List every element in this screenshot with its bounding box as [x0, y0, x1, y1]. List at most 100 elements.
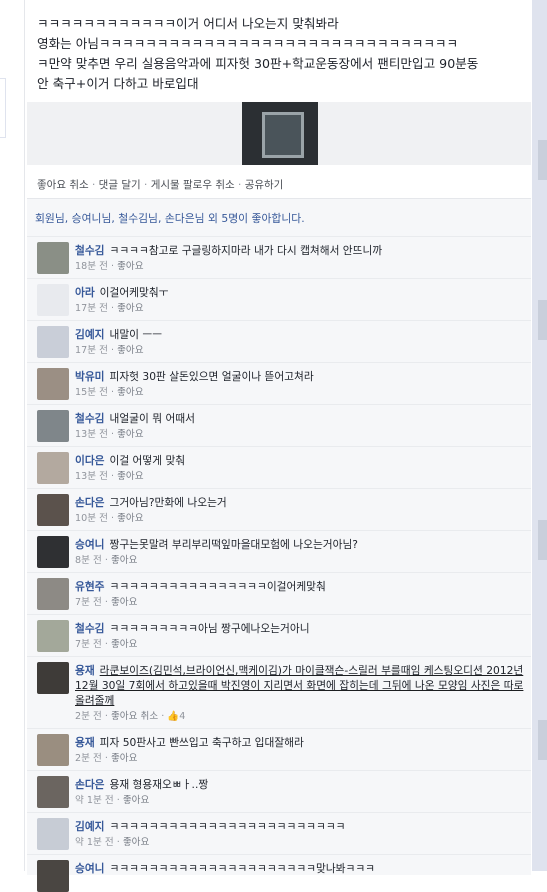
- post-photo[interactable]: [242, 102, 318, 165]
- comment: 용재 피자 50판사고 빤쓰입고 축구하고 입대잘해라 2분 전 · 좋아요: [27, 728, 531, 771]
- comment-author[interactable]: 용재: [75, 736, 95, 749]
- comment-like-link[interactable]: 좋아요: [111, 597, 137, 608]
- comment-author[interactable]: 박유미: [75, 370, 105, 383]
- comment-like-link[interactable]: 좋아요: [117, 429, 143, 440]
- comment: 승여니 ㅋㅋㅋㅋㅋㅋㅋㅋㅋㅋㅋㅋㅋㅋㅋㅋㅋㅋㅋㅋㅋ맞나봐ㅋㅋㅋ: [27, 854, 531, 892]
- avatar[interactable]: [37, 326, 69, 358]
- comment-time[interactable]: 2분 전: [75, 711, 102, 722]
- comment-time[interactable]: 18분 전: [75, 261, 108, 272]
- avatar[interactable]: [37, 860, 69, 892]
- comment-author[interactable]: 김예지: [75, 328, 105, 341]
- comment-author[interactable]: 용재: [75, 664, 95, 677]
- comment-time[interactable]: 15분 전: [75, 387, 108, 398]
- comment-unlike-link[interactable]: 좋아요 취소: [111, 711, 158, 722]
- avatar[interactable]: [37, 494, 69, 526]
- comment: 승여니 짱구는못말려 부리부리떡잎마을대모험에 나오는거아님? 8분 전 · 좋아…: [27, 530, 531, 573]
- comment-like-link[interactable]: 좋아요: [117, 513, 143, 524]
- right-gutter-block: [538, 140, 547, 180]
- comment-author[interactable]: 김예지: [75, 820, 105, 833]
- post-line: ㅋ만약 맞추면 우리 실용음악과에 피자헛 30판+학교운동장에서 팬티만입고 …: [37, 56, 479, 71]
- comment-author[interactable]: 아라: [75, 286, 95, 299]
- comment: 손다은 그거아님?만화에 나오는거 10분 전 · 좋아요: [27, 488, 531, 531]
- avatar[interactable]: [37, 776, 69, 808]
- comment-text: 라쿤보이즈(김민석,브라이언신,맥케이김)가 마이클잭슨-스릴러 부를때임 케스…: [75, 664, 524, 707]
- comment: 아라 이걸어케맞춰ㅜ 17분 전 · 좋아요: [27, 278, 531, 321]
- action-separator: ·: [144, 179, 148, 191]
- avatar[interactable]: [37, 284, 69, 316]
- comment-time[interactable]: 13분 전: [75, 471, 108, 482]
- comment-text: 내말이 ㅡㅡ: [109, 328, 163, 341]
- avatar[interactable]: [37, 452, 69, 484]
- comment-text: 그거아님?만화에 나오는거: [109, 496, 227, 509]
- likes-summary[interactable]: 회원님, 승여니님, 철수김님, 손다은님 외 5명이 좋아합니다.: [35, 210, 305, 226]
- avatar[interactable]: [37, 536, 69, 568]
- comment-time[interactable]: 2분 전: [75, 753, 102, 764]
- comment-time[interactable]: 약 1분 전: [75, 795, 114, 806]
- right-gutter-block: [538, 520, 547, 560]
- avatar[interactable]: [37, 242, 69, 274]
- comment-like-link[interactable]: 좋아요: [117, 261, 143, 272]
- comment-author[interactable]: 유현주: [75, 580, 105, 593]
- comment-text: ㅋㅋㅋㅋㅋㅋㅋㅋㅋㅋㅋㅋㅋㅋㅋㅋ이걸어케맞춰: [109, 580, 326, 593]
- comment-time[interactable]: 약 1분 전: [75, 837, 114, 848]
- comment-text: 이걸어케맞춰ㅜ: [99, 286, 169, 299]
- comment-like-link[interactable]: 좋아요: [117, 471, 143, 482]
- comment-time[interactable]: 8분 전: [75, 555, 102, 566]
- comment: 철수김 ㅋㅋㅋㅋㅋㅋㅋㅋㅋ아님 짱구에나오는거아니 7분 전 · 좋아요: [27, 614, 531, 657]
- comment-like-link[interactable]: 좋아요: [123, 837, 149, 848]
- share-link[interactable]: 공유하기: [245, 179, 284, 191]
- comment-link[interactable]: 댓글 달기: [99, 179, 141, 191]
- comment-time[interactable]: 17분 전: [75, 345, 108, 356]
- comment-time[interactable]: 13분 전: [75, 429, 108, 440]
- comment-like-link[interactable]: 좋아요: [111, 753, 137, 764]
- comment-like-link[interactable]: 좋아요: [111, 555, 137, 566]
- comment-author[interactable]: 승여니: [75, 538, 105, 551]
- post-line: 영화는 아님ㅋㅋㅋㅋㅋㅋㅋㅋㅋㅋㅋㅋㅋㅋㅋㅋㅋㅋㅋㅋㅋㅋㅋㅋㅋㅋㅋㅋㅋㅋㅋ: [37, 36, 459, 51]
- action-separator: ·: [91, 179, 96, 191]
- photo-frame: [262, 112, 304, 158]
- comment-time[interactable]: 7분 전: [75, 597, 102, 608]
- comment-time[interactable]: 17분 전: [75, 303, 108, 314]
- unlike-link[interactable]: 좋아요 취소: [37, 179, 89, 191]
- post-line: 안 축구+이거 다하고 바로입대: [37, 76, 199, 91]
- avatar[interactable]: [37, 734, 69, 766]
- comment-author[interactable]: 철수김: [75, 244, 105, 257]
- left-edge-marker: [0, 78, 6, 138]
- comment-like-link[interactable]: 좋아요: [111, 639, 137, 650]
- comment-time[interactable]: 7분 전: [75, 639, 102, 650]
- thumbs-up-icon: 👍: [167, 711, 180, 722]
- comment-text: ㅋㅋㅋㅋ참고로 구글링하지마라 내가 다시 캡쳐해서 안뜨니까: [109, 244, 383, 257]
- comment-text: ㅋㅋㅋㅋㅋㅋㅋㅋㅋ아님 짱구에나오는거아니: [109, 622, 310, 635]
- post-action-bar: 좋아요 취소 · 댓글 달기 · 게시물 팔로우 취소 · 공유하기: [37, 177, 283, 192]
- comment-like-link[interactable]: 좋아요: [123, 795, 149, 806]
- avatar[interactable]: [37, 410, 69, 442]
- comment: 용재 라쿤보이즈(김민석,브라이언신,맥케이김)가 마이클잭슨-스릴러 부를때임 …: [27, 656, 531, 729]
- comment-like-link[interactable]: 좋아요: [117, 303, 143, 314]
- post-line: ㅋㅋㅋㅋㅋㅋㅋㅋㅋㅋㅋㅋ이거 어디서 나오는지 맞춰봐라: [37, 16, 339, 31]
- comment-author[interactable]: 승여니: [75, 862, 105, 875]
- comment-like-link[interactable]: 좋아요: [117, 345, 143, 356]
- comment-text: 피자 50판사고 빤쓰입고 축구하고 입대잘해라: [99, 736, 304, 749]
- comment-text: 짱구는못말려 부리부리떡잎마을대모험에 나오는거아님?: [109, 538, 358, 551]
- comment-author[interactable]: 이다은: [75, 454, 105, 467]
- unfollow-post-link[interactable]: 게시물 팔로우 취소: [151, 179, 235, 191]
- avatar[interactable]: [37, 620, 69, 652]
- comment-author[interactable]: 손다은: [75, 496, 105, 509]
- comment-author[interactable]: 철수김: [75, 412, 105, 425]
- right-gutter-block: [538, 300, 547, 340]
- feed-post: ㅋㅋㅋㅋㅋㅋㅋㅋㅋㅋㅋㅋ이거 어디서 나오는지 맞춰봐라 영화는 아님ㅋㅋㅋㅋㅋ…: [24, 0, 532, 892]
- comment-like-link[interactable]: 좋아요: [117, 387, 143, 398]
- avatar[interactable]: [37, 578, 69, 610]
- comment: 박유미 피자헛 30판 살돈있으면 얼굴이나 뜯어고쳐라 15분 전 · 좋아요: [27, 362, 531, 405]
- avatar[interactable]: [37, 368, 69, 400]
- comment-author[interactable]: 철수김: [75, 622, 105, 635]
- comment-author[interactable]: 손다은: [75, 778, 105, 791]
- comment-time[interactable]: 10분 전: [75, 513, 108, 524]
- avatar[interactable]: [37, 818, 69, 850]
- action-separator: ·: [238, 179, 242, 191]
- avatar[interactable]: [37, 662, 69, 694]
- comment-text: ㅋㅋㅋㅋㅋㅋㅋㅋㅋㅋㅋㅋㅋㅋㅋㅋㅋㅋㅋㅋㅋ맞나봐ㅋㅋㅋ: [109, 862, 375, 875]
- comment: 김예지 ㅋㅋㅋㅋㅋㅋㅋㅋㅋㅋㅋㅋㅋㅋㅋㅋㅋㅋㅋㅋㅋㅋㅋㅋ 약 1분 전 · 좋아요: [27, 812, 531, 855]
- comment: 김예지 내말이 ㅡㅡ 17분 전 · 좋아요: [27, 320, 531, 363]
- comment-like-count[interactable]: 4: [179, 711, 185, 722]
